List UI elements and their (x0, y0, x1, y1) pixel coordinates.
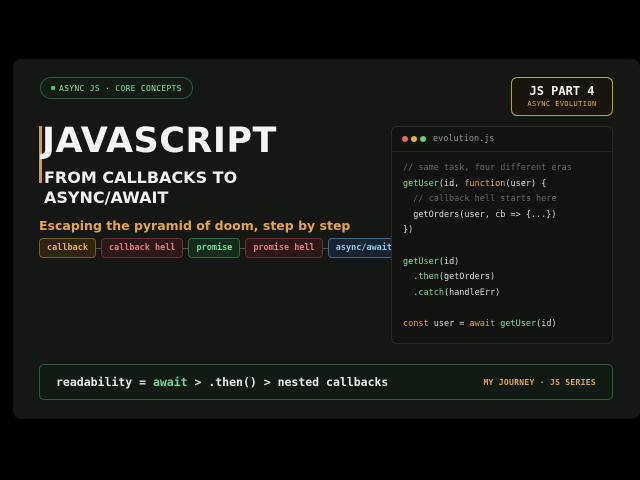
code-function: .then (403, 272, 439, 283)
code-keyword: await (469, 318, 496, 329)
code-text: getOrders(user, cb => {...}) (403, 209, 557, 220)
badge-label: ASYNC JS · CORE CONCEPTS (59, 83, 182, 93)
thumbnail-card: ASYNC JS · CORE CONCEPTS JS PART 4 ASYNC… (13, 59, 640, 419)
code-line: // callback hell starts here (403, 192, 612, 208)
pill-connector (322, 247, 328, 249)
code-text: (user) { (505, 178, 547, 189)
code-line: }) (403, 223, 612, 239)
footer-code-text: > .then() > nested callbacks (187, 375, 389, 389)
code-comment: // callback hell starts here (403, 194, 557, 205)
code-line: // same task, four different eras (403, 161, 612, 177)
code-text: (id) (438, 256, 460, 267)
pill-callback: callback (39, 238, 96, 258)
file-name: evolution.js (433, 134, 495, 144)
subtitle-line-1: FROM CALLBACKS TO (44, 168, 238, 187)
code-function: getUser (403, 256, 439, 267)
code-window-header: evolution.js (392, 127, 612, 152)
code-line: const user = await getUser(id) (403, 317, 612, 333)
part-badge: JS PART 4 ASYNC EVOLUTION (511, 77, 613, 116)
part-title: JS PART 4 (529, 84, 595, 98)
code-window: evolution.js // same task, four differen… (391, 126, 613, 344)
close-dot-icon (402, 136, 408, 142)
readability-code: readability = await > .then() > nested c… (56, 375, 388, 389)
code-text: user = (428, 318, 470, 329)
code-function: .catch (403, 287, 444, 298)
code-text: (id) (536, 318, 557, 329)
code-body: // same task, four different eras getUser… (392, 152, 612, 333)
footer-code-await: await (152, 375, 188, 389)
pill-promise: promise (188, 238, 241, 258)
maximize-dot-icon (420, 136, 426, 142)
code-line: getOrders(user, cb => {...}) (403, 208, 612, 224)
minimize-dot-icon (411, 136, 417, 142)
series-tag: MY JOURNEY · JS SERIES (483, 377, 596, 387)
evolution-pills: callback callback hell promise promise h… (39, 238, 401, 258)
part-subtitle: ASYNC EVOLUTION (527, 100, 597, 108)
code-text: }) (403, 225, 414, 236)
page-title: JAVASCRIPT (42, 121, 277, 161)
code-keyword: function (464, 178, 506, 189)
category-badge: ASYNC JS · CORE CONCEPTS (40, 77, 193, 99)
code-comment: // same task, four different eras (403, 163, 572, 173)
code-line: .then(getOrders) (403, 270, 612, 286)
code-text: (id, (438, 178, 465, 189)
code-line: getUser(id) (403, 255, 612, 271)
code-text: (getOrders) (438, 272, 496, 283)
code-text: (handleErr) (443, 287, 501, 298)
pill-promise-hell: promise hell (245, 238, 323, 258)
code-function: getUser (500, 318, 537, 329)
pill-callback-hell: callback hell (100, 238, 184, 258)
pill-async-await: async/await (327, 238, 401, 258)
code-keyword: const (403, 318, 429, 329)
tagline: Escaping the pyramid of doom, step by st… (39, 218, 351, 233)
page-subtitle: FROM CALLBACKS TO ASYNC/AWAIT (44, 168, 294, 208)
footer-bar: readability = await > .then() > nested c… (39, 364, 613, 400)
footer-code-text: readability = (56, 375, 153, 389)
code-function: getUser (403, 178, 439, 189)
subtitle-line-2: ASYNC/AWAIT (44, 188, 169, 207)
code-line: .catch(handleErr) (403, 286, 612, 302)
badge-dot-icon (51, 86, 55, 90)
code-line: getUser(id, function(user) { (403, 177, 612, 193)
